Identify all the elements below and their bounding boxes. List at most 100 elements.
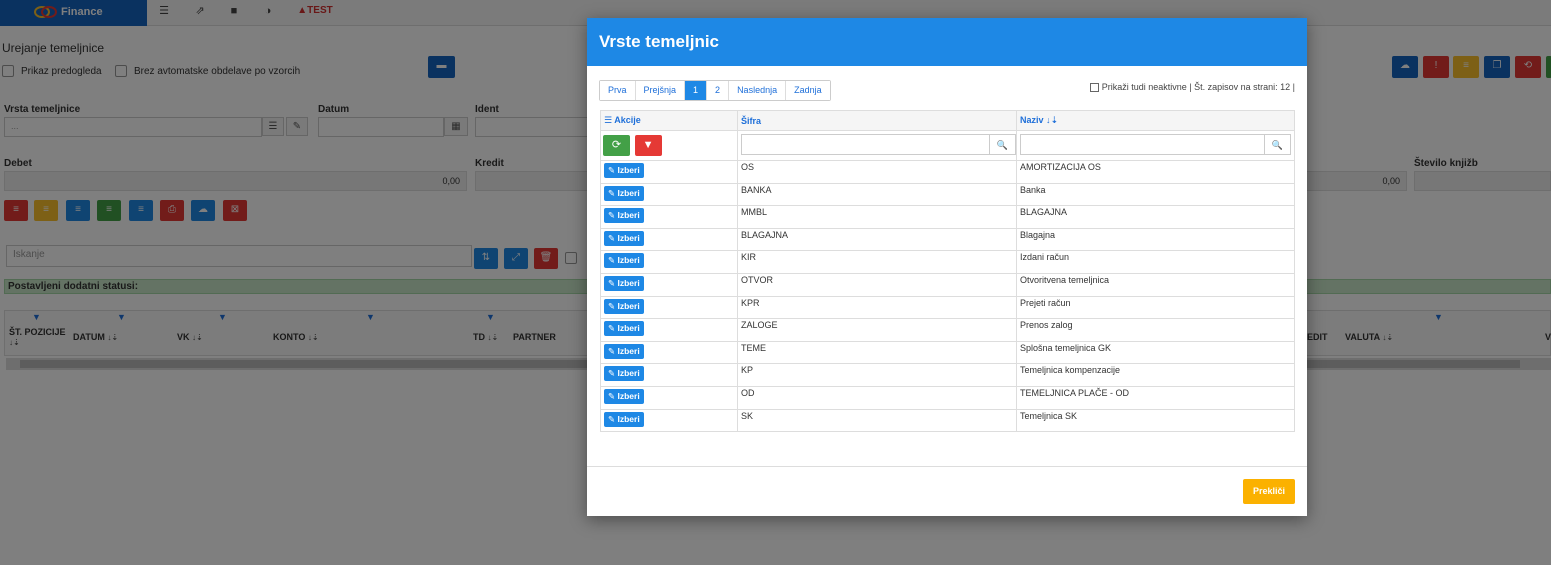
row-actions: ✎ Izberi bbox=[600, 272, 738, 297]
row-name: Blagajna bbox=[1016, 227, 1295, 252]
refresh-filter-button[interactable]: ⟳ bbox=[603, 135, 630, 156]
modal-footer-divider bbox=[587, 466, 1307, 467]
select-button[interactable]: ✎ Izberi bbox=[604, 185, 644, 201]
select-button[interactable]: ✎ Izberi bbox=[604, 275, 644, 291]
select-button[interactable]: ✎ Izberi bbox=[604, 321, 644, 337]
row-name: Prenos zalog bbox=[1016, 318, 1295, 342]
table-row[interactable]: ✎ Izberi OD TEMELJNICA PLAČE - OD bbox=[600, 385, 1295, 410]
row-code: BANKA bbox=[737, 182, 1017, 207]
pencil-icon: ✎ bbox=[608, 300, 616, 311]
select-button[interactable]: ✎ Izberi bbox=[604, 366, 644, 382]
row-name: Splošna temeljnica GK bbox=[1016, 340, 1295, 365]
list-icon: ☰ bbox=[604, 115, 613, 125]
pencil-icon: ✎ bbox=[608, 390, 616, 401]
row-name: Prejeti račun bbox=[1016, 295, 1295, 320]
code-filter-input[interactable] bbox=[741, 134, 990, 155]
row-actions: ✎ Izberi bbox=[600, 250, 738, 274]
row-code: KP bbox=[737, 363, 1017, 387]
row-code: MMBL bbox=[737, 205, 1017, 229]
row-actions: ✎ Izberi bbox=[600, 408, 738, 433]
table-row[interactable]: ✎ Izberi TEME Splošna temeljnica GK bbox=[600, 340, 1295, 365]
page-first[interactable]: Prva bbox=[600, 81, 636, 100]
row-actions: ✎ Izberi bbox=[600, 385, 738, 410]
modal-dialog: Vrste temeljnic Prva Prejšnja 1 2 Nasled… bbox=[587, 18, 1307, 516]
row-code: ZALOGE bbox=[737, 318, 1017, 342]
row-name: Temeljnica kompenzacije bbox=[1016, 363, 1295, 387]
show-inactive-checkbox[interactable] bbox=[1089, 82, 1099, 92]
row-code: KPR bbox=[737, 295, 1017, 320]
row-actions: ✎ Izberi bbox=[600, 227, 738, 252]
row-code: SK bbox=[737, 408, 1017, 433]
row-actions: ✎ Izberi bbox=[600, 318, 738, 342]
name-filter-input[interactable] bbox=[1020, 134, 1265, 155]
table-row[interactable]: ✎ Izberi KIR Izdani račun bbox=[600, 250, 1295, 274]
clear-filter-button[interactable]: ▼ bbox=[634, 135, 662, 156]
select-button[interactable]: ✎ Izberi bbox=[604, 230, 644, 246]
row-actions: ✎ Izberi bbox=[600, 182, 738, 207]
row-actions: ✎ Izberi bbox=[600, 160, 738, 184]
pencil-icon: ✎ bbox=[608, 232, 616, 243]
show-inactive-label: Prikaži tudi neaktivne | Št. zapisov na … bbox=[1101, 82, 1295, 92]
pencil-icon: ✎ bbox=[608, 345, 616, 356]
page-prev[interactable]: Prejšnja bbox=[635, 81, 686, 100]
table-row[interactable]: ✎ Izberi OTVOR Otvoritvena temeljnica bbox=[600, 272, 1295, 297]
select-button[interactable]: ✎ Izberi bbox=[604, 388, 644, 404]
row-code: KIR bbox=[737, 250, 1017, 274]
select-button[interactable]: ✎ Izberi bbox=[604, 163, 644, 178]
row-name: Temeljnica SK bbox=[1016, 408, 1295, 433]
row-name: Otvoritvena temeljnica bbox=[1016, 272, 1295, 297]
select-button[interactable]: ✎ Izberi bbox=[604, 208, 644, 224]
select-button[interactable]: ✎ Izberi bbox=[604, 343, 644, 359]
types-table: ☰ Akcije Šifra Naziv ↓⇣ ⟳ ▼ 🔍 🔍 ✎ Izberi… bbox=[600, 110, 1295, 433]
select-button[interactable]: ✎ Izberi bbox=[604, 411, 644, 427]
pencil-icon: ✎ bbox=[608, 255, 616, 266]
pagination: Prva Prejšnja 1 2 Naslednja Zadnja bbox=[599, 80, 831, 101]
search-icon[interactable]: 🔍 bbox=[990, 134, 1016, 155]
table-row[interactable]: ✎ Izberi OS AMORTIZACIJA OS bbox=[600, 160, 1295, 184]
table-row[interactable]: ✎ Izberi KP Temeljnica kompenzacije bbox=[600, 363, 1295, 387]
table-row[interactable]: ✎ Izberi ZALOGE Prenos zalog bbox=[600, 318, 1295, 342]
pencil-icon: ✎ bbox=[608, 323, 616, 334]
row-code: OTVOR bbox=[737, 272, 1017, 297]
row-actions: ✎ Izberi bbox=[600, 340, 738, 365]
pencil-icon: ✎ bbox=[608, 187, 616, 198]
name-filter: 🔍 bbox=[1020, 134, 1291, 155]
row-name: BLAGAJNA bbox=[1016, 205, 1295, 229]
code-filter: 🔍 bbox=[741, 134, 1016, 155]
col-actions-header: ☰ Akcije bbox=[600, 110, 738, 131]
pencil-icon: ✎ bbox=[608, 277, 616, 288]
pencil-icon: ✎ bbox=[608, 210, 616, 221]
row-actions: ✎ Izberi bbox=[600, 205, 738, 229]
sort-icon: ↓⇣ bbox=[1046, 115, 1059, 125]
cancel-button[interactable]: Prekliči bbox=[1243, 479, 1295, 504]
row-actions: ✎ Izberi bbox=[600, 295, 738, 320]
modal-title: Vrste temeljnic bbox=[587, 18, 1307, 66]
row-name: Banka bbox=[1016, 182, 1295, 207]
page-last[interactable]: Zadnja bbox=[786, 81, 830, 100]
show-inactive-toggle[interactable]: Prikaži tudi neaktivne | Št. zapisov na … bbox=[1089, 82, 1295, 92]
col-code-header[interactable]: Šifra bbox=[737, 110, 1017, 131]
table-row[interactable]: ✎ Izberi MMBL BLAGAJNA bbox=[600, 205, 1295, 229]
row-name: AMORTIZACIJA OS bbox=[1016, 160, 1295, 184]
table-row[interactable]: ✎ Izberi KPR Prejeti račun bbox=[600, 295, 1295, 320]
table-row[interactable]: ✎ Izberi BANKA Banka bbox=[600, 182, 1295, 207]
row-name: Izdani račun bbox=[1016, 250, 1295, 274]
select-button[interactable]: ✎ Izberi bbox=[604, 298, 644, 314]
page-2[interactable]: 2 bbox=[707, 81, 730, 100]
table-row[interactable]: ✎ Izberi SK Temeljnica SK bbox=[600, 408, 1295, 433]
row-code: BLAGAJNA bbox=[737, 227, 1017, 252]
search-icon[interactable]: 🔍 bbox=[1265, 134, 1291, 155]
row-code: OS bbox=[737, 160, 1017, 184]
col-name-header[interactable]: Naziv ↓⇣ bbox=[1016, 110, 1295, 131]
pencil-icon: ✎ bbox=[608, 165, 616, 175]
pencil-icon: ✎ bbox=[608, 413, 616, 424]
row-actions: ✎ Izberi bbox=[600, 363, 738, 387]
table-row[interactable]: ✎ Izberi BLAGAJNA Blagajna bbox=[600, 227, 1295, 252]
row-code: TEME bbox=[737, 340, 1017, 365]
select-button[interactable]: ✎ Izberi bbox=[604, 253, 644, 269]
pencil-icon: ✎ bbox=[608, 368, 616, 379]
row-code: OD bbox=[737, 385, 1017, 410]
page-1[interactable]: 1 bbox=[685, 81, 708, 100]
row-name: TEMELJNICA PLAČE - OD bbox=[1016, 385, 1295, 410]
page-next[interactable]: Naslednja bbox=[729, 81, 787, 100]
